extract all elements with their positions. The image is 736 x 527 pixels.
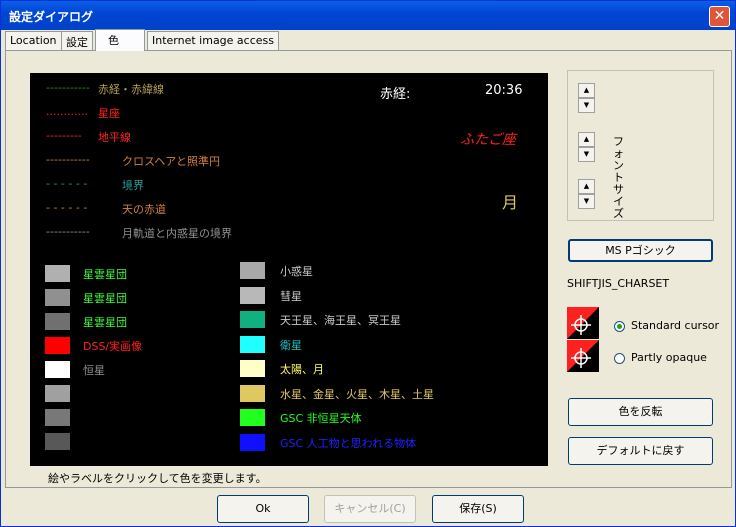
time-display: 20:36 bbox=[485, 83, 523, 98]
color-swatch[interactable] bbox=[45, 337, 70, 354]
swatch-label[interactable]: 水星、金星、火星、木星、土星 bbox=[280, 386, 434, 402]
color-swatch[interactable] bbox=[45, 313, 70, 330]
line-label[interactable]: 天の赤道 bbox=[122, 201, 166, 217]
font-size-spinner-3[interactable]: ▲ ▼ bbox=[578, 179, 595, 211]
charset-label: SHIFTJIS_CHARSET bbox=[567, 277, 670, 290]
invert-colors-button[interactable]: 色を反転 bbox=[568, 398, 713, 426]
line-label[interactable]: 境界 bbox=[122, 177, 144, 193]
color-swatch[interactable] bbox=[45, 361, 70, 378]
color-swatch[interactable] bbox=[45, 433, 70, 450]
radio-label: Standard cursor bbox=[631, 319, 720, 332]
line-style-sample[interactable]: --------- bbox=[46, 129, 82, 142]
color-swatch[interactable] bbox=[45, 409, 70, 426]
line-label[interactable]: 月軌道と内惑星の境界 bbox=[122, 225, 232, 241]
spin-up-icon[interactable]: ▲ bbox=[578, 132, 595, 147]
sky-preview[interactable]: 赤経: 20:36 ふたご座 月 ----------- 赤経・赤緯線......… bbox=[30, 73, 548, 466]
title-bar: 設定ダイアログ ✕ bbox=[1, 1, 735, 30]
swatch-label[interactable]: 彗星 bbox=[280, 288, 302, 304]
color-swatch[interactable] bbox=[240, 360, 265, 377]
swatch-label[interactable]: 星雲星団 bbox=[83, 314, 127, 330]
font-size-label: フォントサイズ bbox=[613, 135, 624, 220]
status-text: 絵やラベルをクリックして色を変更します。 bbox=[48, 472, 267, 485]
tab-settings[interactable]: 設定 bbox=[61, 31, 93, 50]
line-style-sample[interactable]: ............ bbox=[46, 105, 88, 118]
cancel-button[interactable]: キャンセル(C) bbox=[324, 495, 416, 523]
swatch-label[interactable]: 恒星 bbox=[83, 362, 105, 378]
restore-defaults-button[interactable]: デフォルトに戻す bbox=[568, 437, 713, 465]
partly-opaque-cursor-icon[interactable] bbox=[567, 340, 599, 372]
color-swatch[interactable] bbox=[240, 409, 265, 426]
swatch-label[interactable]: DSS/実画像 bbox=[83, 338, 142, 354]
line-style-sample[interactable]: ----------- bbox=[46, 225, 90, 238]
line-style-sample[interactable]: - - - - - - bbox=[46, 177, 87, 190]
tab-color[interactable]: 色 bbox=[95, 29, 145, 51]
swatch-label[interactable]: 星雲星団 bbox=[83, 266, 127, 282]
line-label[interactable]: クロスヘアと照準円 bbox=[122, 153, 220, 169]
line-label[interactable]: 赤経・赤緯線 bbox=[98, 81, 164, 97]
swatch-label[interactable]: GSC 人工物と思われる物体 bbox=[280, 435, 416, 451]
spin-down-icon[interactable]: ▼ bbox=[578, 98, 595, 113]
color-swatch[interactable] bbox=[45, 289, 70, 306]
ra-label: 赤経: bbox=[380, 87, 411, 102]
window-title: 設定ダイアログ bbox=[9, 10, 94, 24]
radio-unchecked-icon[interactable] bbox=[614, 352, 625, 364]
settings-dialog: 設定ダイアログ ✕ Location 設定 色 Internet image a… bbox=[0, 0, 736, 527]
line-style-sample[interactable]: - - - - - - bbox=[46, 201, 87, 214]
color-swatch[interactable] bbox=[45, 385, 70, 402]
color-swatch[interactable] bbox=[240, 262, 265, 279]
swatch-label[interactable]: 小惑星 bbox=[280, 263, 313, 279]
color-swatch[interactable] bbox=[240, 311, 265, 328]
tab-internet-image-access[interactable]: Internet image access bbox=[147, 31, 279, 50]
color-swatch[interactable] bbox=[240, 433, 265, 451]
swatch-label[interactable]: 衛星 bbox=[280, 337, 302, 353]
ok-button[interactable]: Ok bbox=[217, 495, 309, 523]
color-swatch[interactable] bbox=[240, 384, 265, 402]
radio-standard-cursor[interactable]: Standard cursor bbox=[614, 319, 719, 332]
spin-up-icon[interactable]: ▲ bbox=[578, 179, 595, 194]
save-button[interactable]: 保存(S) bbox=[432, 495, 524, 523]
radio-partly-opaque[interactable]: Partly opaque bbox=[614, 351, 707, 364]
line-label[interactable]: 星座 bbox=[98, 105, 120, 121]
close-button[interactable]: ✕ bbox=[709, 6, 730, 27]
spin-down-icon[interactable]: ▼ bbox=[578, 194, 595, 209]
swatch-label[interactable]: 太陽、月 bbox=[280, 361, 324, 377]
radio-label: Partly opaque bbox=[631, 351, 707, 364]
font-select-button[interactable]: MS Pゴシック bbox=[568, 239, 713, 262]
line-style-sample[interactable]: ----------- bbox=[46, 81, 90, 94]
color-swatch[interactable] bbox=[45, 265, 70, 282]
radio-checked-icon[interactable] bbox=[614, 320, 625, 332]
line-style-sample[interactable]: ----------- bbox=[46, 153, 90, 166]
color-swatch[interactable] bbox=[240, 335, 265, 353]
moon-label[interactable]: 月 bbox=[502, 189, 518, 213]
line-label[interactable]: 地平線 bbox=[98, 129, 131, 145]
font-size-spinner-1[interactable]: ▲ ▼ bbox=[578, 83, 595, 115]
spin-down-icon[interactable]: ▼ bbox=[578, 147, 595, 162]
spin-up-icon[interactable]: ▲ bbox=[578, 83, 595, 98]
tab-location[interactable]: Location bbox=[5, 31, 62, 50]
swatch-label[interactable]: 星雲星団 bbox=[83, 290, 127, 306]
swatch-label[interactable]: 天王星、海王星、冥王星 bbox=[280, 312, 401, 328]
constellation-label[interactable]: ふたご座 bbox=[460, 129, 516, 149]
color-swatch[interactable] bbox=[240, 286, 265, 304]
swatch-label[interactable]: GSC 非恒星天体 bbox=[280, 410, 362, 426]
standard-cursor-icon[interactable] bbox=[567, 307, 599, 339]
font-size-spinner-2[interactable]: ▲ ▼ bbox=[578, 132, 595, 164]
